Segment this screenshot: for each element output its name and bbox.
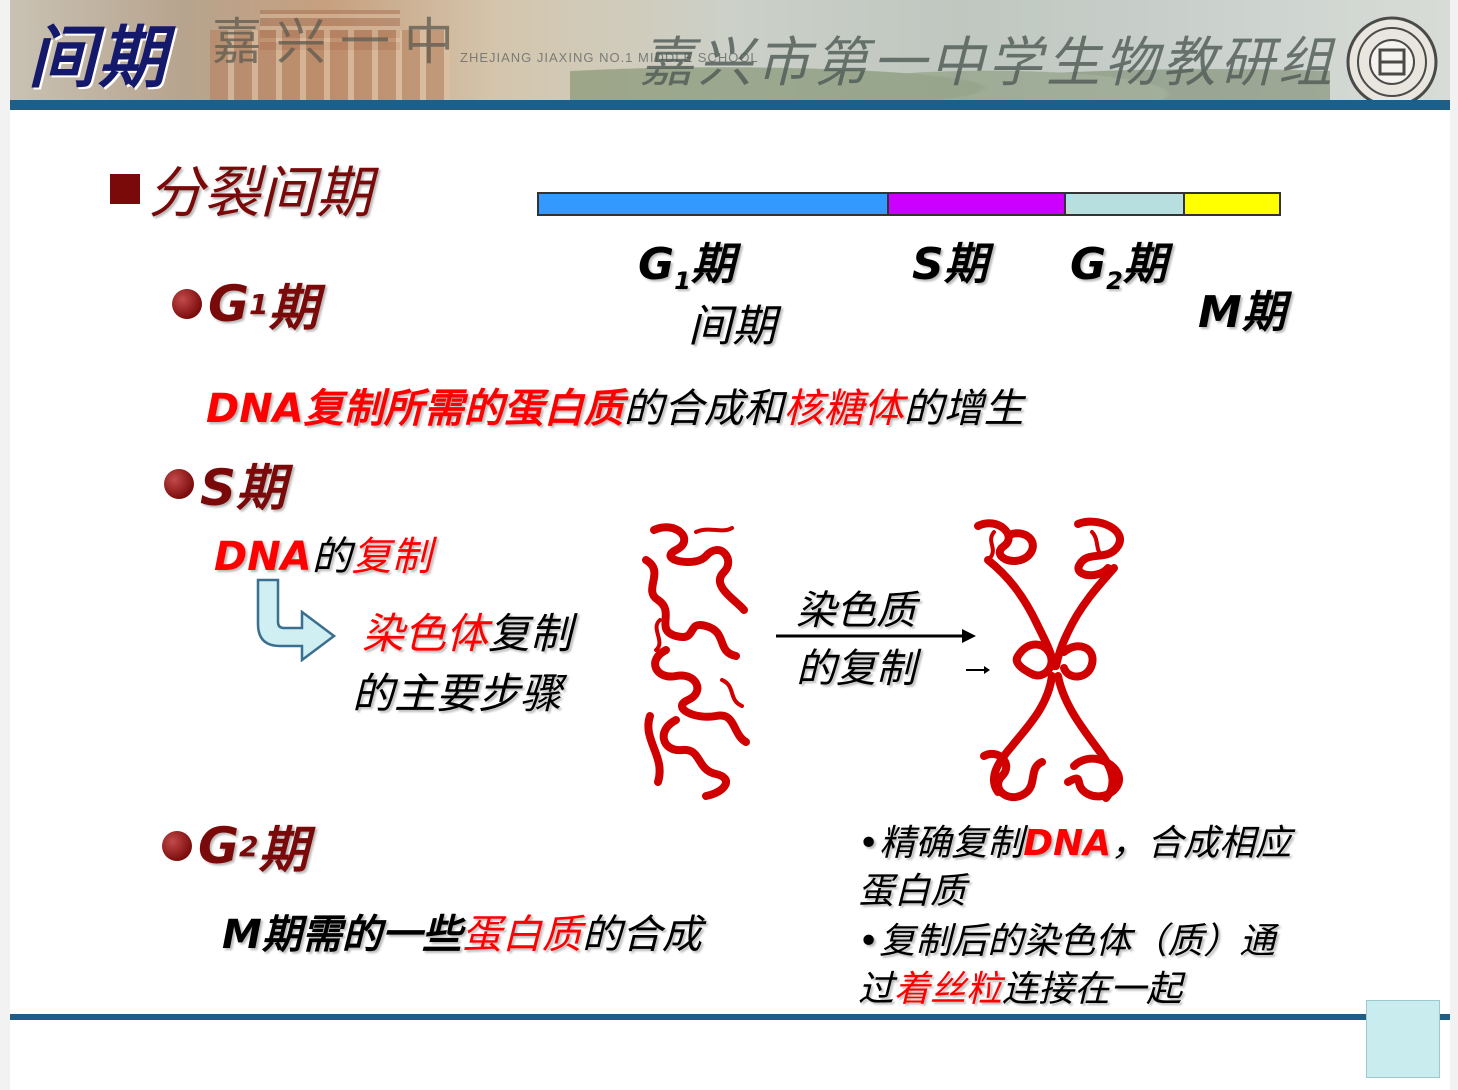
note-1-line1: •精确复制DNA，合成相应 <box>858 814 1291 866</box>
header-divider <box>10 100 1450 110</box>
note-2-part4: 连接在一起 <box>1002 969 1183 1010</box>
s-steps-line1: 染色体复制 <box>362 600 572 661</box>
bar-segment-m <box>1182 194 1279 214</box>
school-group-name: 嘉兴市第一中学生物教研组 <box>640 31 1336 94</box>
round-bullet-icon <box>172 289 202 319</box>
g1-desc-part2: 的合成和 <box>623 386 784 432</box>
s-desc-part3: 复制 <box>351 534 432 580</box>
note-2-part1: 复制后的染色体（质）通 <box>879 921 1276 962</box>
square-bullet-icon <box>110 173 140 204</box>
g2-description: M期需的一些蛋白质的合成 <box>222 902 702 960</box>
bar-label-g2-main: G <box>1070 239 1107 290</box>
g1-desc-part1: DNA复制所需的蛋白质 <box>206 386 624 432</box>
note-2-part2: 过 <box>858 969 895 1010</box>
curved-arrow-icon <box>252 578 338 663</box>
g1-desc-part4: 的增生 <box>903 386 1024 432</box>
note-2-part3: 着丝粒 <box>894 969 1003 1010</box>
section-heading: 分裂间期 <box>110 148 372 229</box>
bar-segment-g2 <box>1064 194 1183 214</box>
arrow-label-line2: 的复制 <box>796 646 916 692</box>
bar-label-g1-main: G <box>638 239 675 290</box>
bar-label-s: S期 <box>912 239 988 290</box>
s-steps-part2: 复制 <box>488 609 573 658</box>
bar-segment-g1 <box>539 194 887 214</box>
s-description: DNA的复制 <box>214 524 432 582</box>
round-bullet-icon <box>162 831 192 861</box>
page-title: 间期 <box>28 18 169 98</box>
bar-segment-s <box>886 194 1065 214</box>
g2-desc-part2: 蛋白质 <box>461 912 582 958</box>
note-1-part2: DNA <box>1023 823 1112 864</box>
note-2-line2: 过着丝粒连接在一起 <box>858 960 1182 1012</box>
bar-label-g1-suffix: 期 <box>690 239 735 290</box>
s-heading-text: S期 <box>200 459 287 517</box>
note-bullet: • <box>858 823 880 864</box>
corner-decoration <box>1366 1000 1440 1078</box>
g2-heading-main: G <box>198 817 240 875</box>
cell-cycle-bar <box>537 192 1281 216</box>
note-bullet: • <box>858 921 880 962</box>
g1-description: DNA复制所需的蛋白质的合成和核糖体的增生 <box>206 376 1024 434</box>
footer-divider <box>10 1014 1450 1020</box>
bar-label-g2-sub: 2 <box>1106 266 1123 295</box>
bar-label-g2: G2期 <box>1070 228 1167 295</box>
school-seal-icon <box>1344 14 1440 110</box>
s-heading: S期 <box>164 448 286 520</box>
note-1-line2: 蛋白质 <box>858 871 967 912</box>
g1-heading-suffix: 期 <box>268 279 319 337</box>
s-steps-line2: 的主要步骤 <box>352 669 563 718</box>
g2-desc-part3: 的合成 <box>581 912 702 958</box>
g2-heading-suffix: 期 <box>258 821 309 879</box>
chromatin-illustration <box>636 520 766 800</box>
s-desc-part2: 的 <box>311 534 352 580</box>
g2-desc-part1: M期需的一些 <box>222 912 462 958</box>
g2-heading: G2期 <box>162 810 309 882</box>
s-steps-part1: 染色体 <box>362 609 489 658</box>
bar-label-g2-suffix: 期 <box>1122 239 1167 290</box>
note-1-part3: ，合成相应 <box>1111 823 1292 864</box>
round-bullet-icon <box>164 469 194 499</box>
g1-heading-main: G <box>208 275 250 333</box>
duplicated-chromosome-illustration <box>968 516 1140 808</box>
g1-heading-sub: 1 <box>249 287 269 321</box>
g2-heading-sub: 2 <box>239 829 259 863</box>
bar-label-g1: G1期 <box>638 228 735 295</box>
section-title: 分裂间期 <box>148 161 372 226</box>
school-name-old: 嘉兴一中 <box>212 13 468 71</box>
bar-label-m: M期 <box>1198 287 1286 338</box>
g1-heading: G1期 <box>172 268 319 340</box>
bar-label-interphase: 间期 <box>688 301 776 352</box>
s-desc-part1: DNA <box>214 534 312 580</box>
g1-desc-part3: 核糖体 <box>783 386 904 432</box>
note-2-line1: •复制后的染色体（质）通 <box>858 912 1275 964</box>
note-1-part1: 精确复制 <box>879 823 1024 864</box>
